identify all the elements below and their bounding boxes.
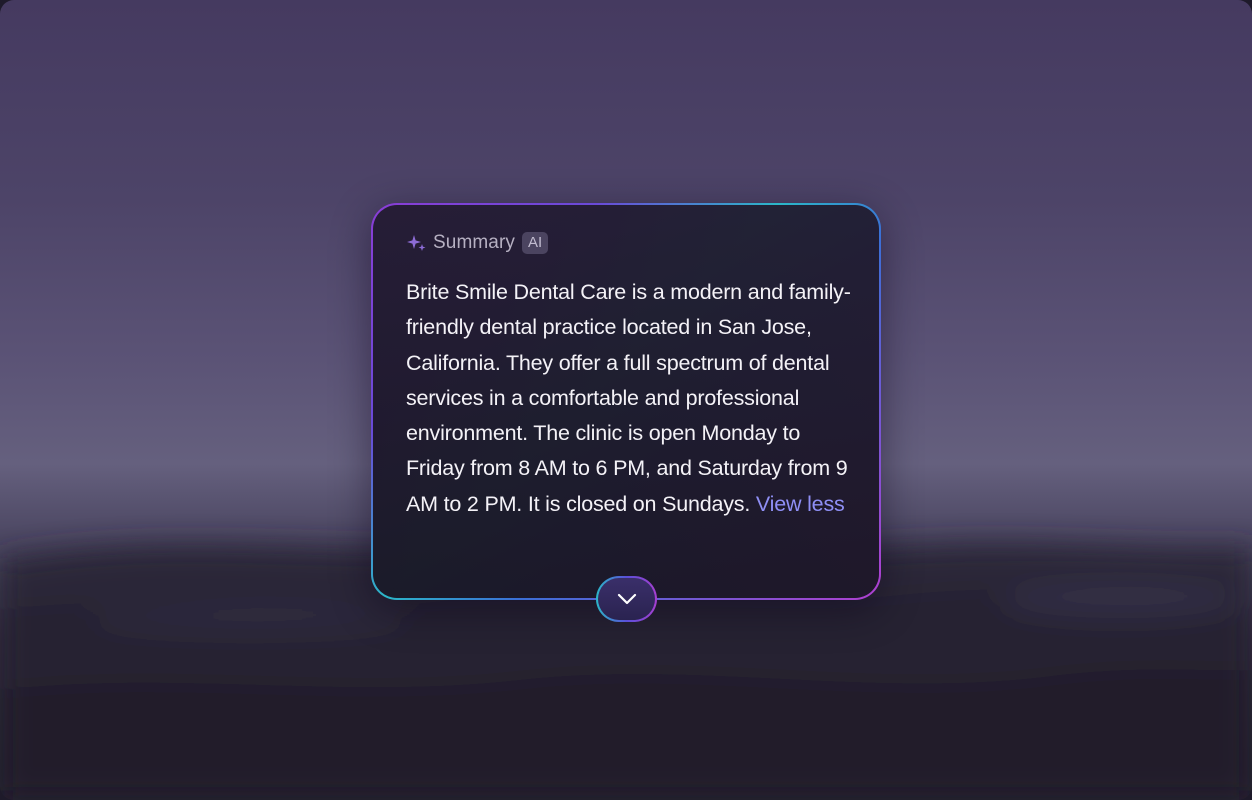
chevron-down-icon xyxy=(617,593,636,605)
summary-card: Summary AI Brite Smile Dental Care is a … xyxy=(371,203,881,600)
collapse-toggle-inner xyxy=(598,578,655,620)
collapse-toggle-button[interactable] xyxy=(596,576,657,622)
summary-text: Brite Smile Dental Care is a modern and … xyxy=(406,275,854,522)
ai-badge: AI xyxy=(522,232,549,254)
sparkle-icon xyxy=(407,235,426,251)
summary-text-content: Brite Smile Dental Care is a modern and … xyxy=(406,280,851,516)
summary-header: Summary AI xyxy=(406,231,549,255)
summary-card-body: Summary AI Brite Smile Dental Care is a … xyxy=(373,205,879,598)
summary-title: Summary xyxy=(433,232,515,253)
view-less-link[interactable]: View less xyxy=(756,492,845,516)
